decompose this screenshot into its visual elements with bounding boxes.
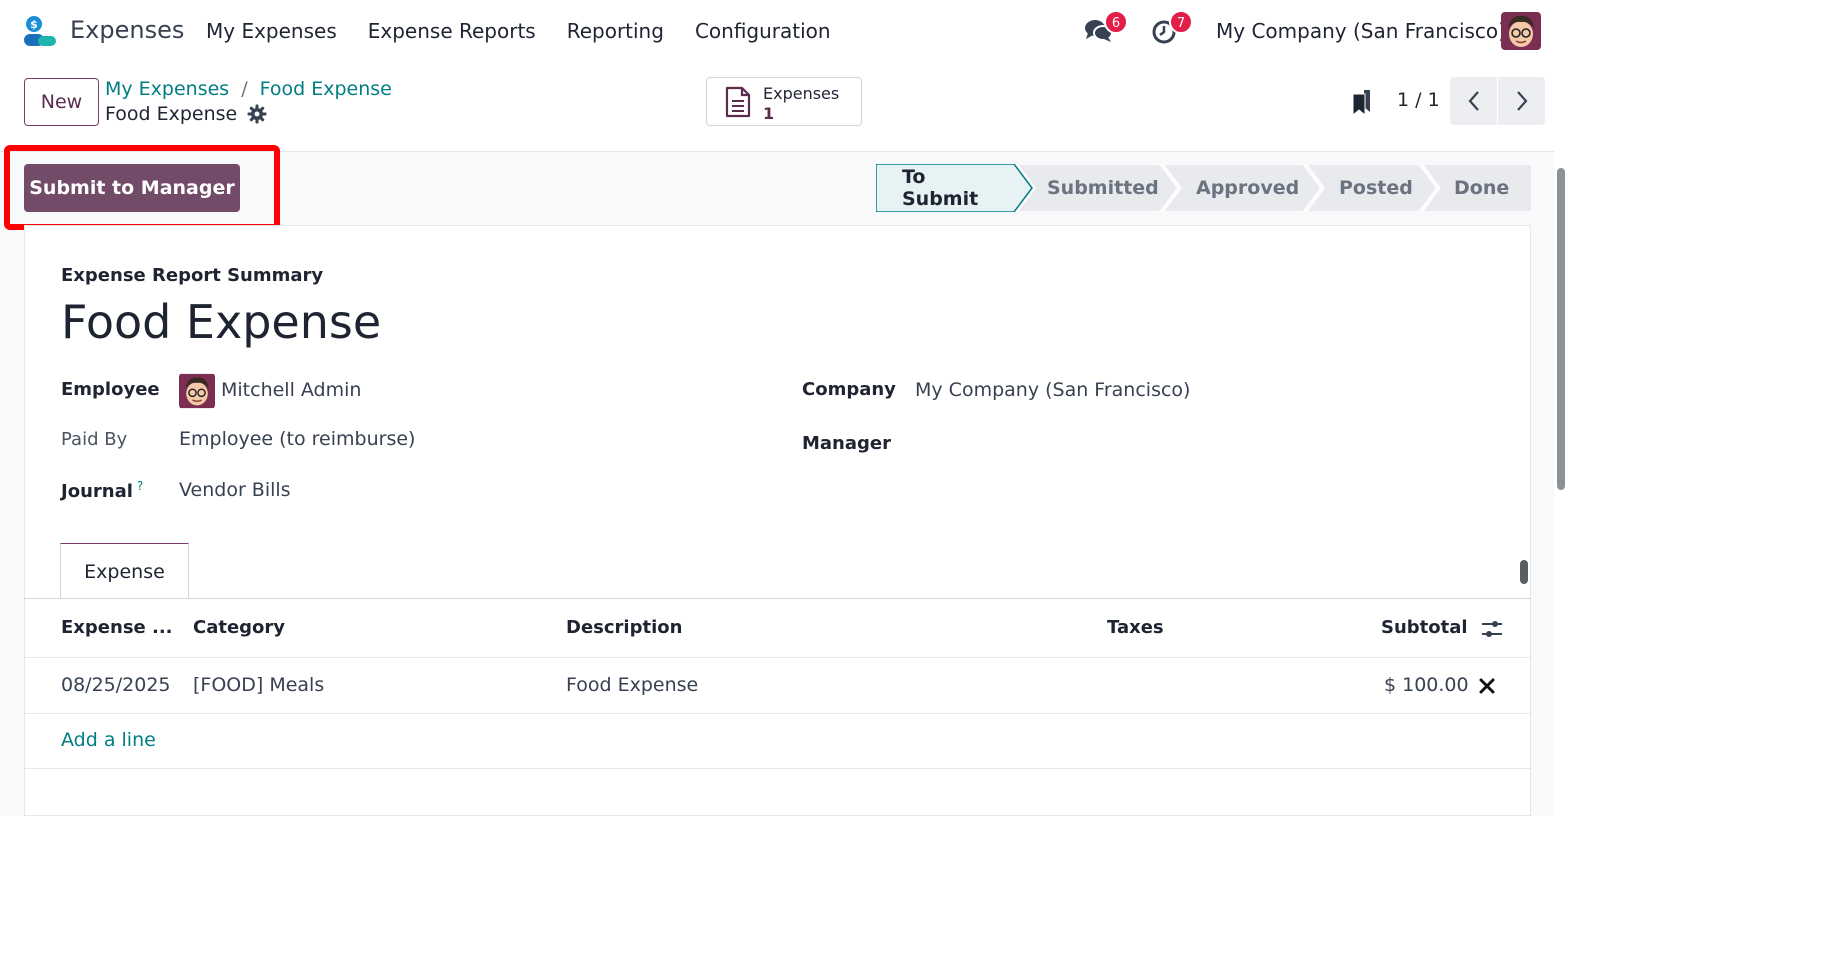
manager-label: Manager: [802, 433, 891, 454]
bookmark-icon[interactable]: [1350, 88, 1374, 116]
row-subtotal[interactable]: $ 100.00: [1384, 674, 1469, 696]
row-date[interactable]: 08/25/2025: [61, 674, 171, 696]
breadcrumb-separator: /: [241, 78, 248, 100]
employee-label: Employee: [61, 379, 160, 400]
tab-expense[interactable]: Expense: [60, 543, 189, 599]
journal-label: Journal?: [61, 479, 143, 502]
menu-reporting[interactable]: Reporting: [567, 19, 664, 43]
highlight-annotation: [4, 145, 280, 230]
row-description[interactable]: Food Expense: [566, 674, 698, 696]
top-navbar: $ Expenses My Expenses Expense Reports R…: [0, 0, 1568, 64]
delete-row-icon[interactable]: [1479, 678, 1495, 694]
paid-by-field[interactable]: Employee (to reimburse): [179, 428, 415, 450]
pager-next-button[interactable]: [1498, 77, 1545, 125]
summary-label: Expense Report Summary: [61, 265, 324, 286]
stage-to-submit[interactable]: To Submit: [902, 164, 978, 212]
messages-button[interactable]: 6: [1084, 10, 1128, 48]
new-button[interactable]: New: [24, 78, 99, 126]
row-category[interactable]: [FOOD] Meals: [193, 674, 324, 696]
company-field[interactable]: My Company (San Francisco): [915, 379, 1190, 401]
main-menu: My Expenses Expense Reports Reporting Co…: [206, 19, 831, 43]
employee-field[interactable]: Mitchell Admin: [221, 379, 361, 401]
page-scrollbar[interactable]: [1557, 168, 1565, 490]
menu-my-expenses[interactable]: My Expenses: [206, 19, 337, 43]
record-title[interactable]: Food Expense: [61, 295, 381, 349]
gear-icon[interactable]: [247, 104, 267, 124]
journal-help-icon[interactable]: ?: [137, 479, 143, 493]
stage-done[interactable]: Done: [1454, 164, 1509, 212]
company-label: Company: [802, 379, 896, 400]
chevron-left-icon: [1468, 91, 1479, 111]
smart-button-count: 1: [763, 104, 775, 123]
column-settings-icon[interactable]: [1481, 619, 1503, 639]
breadcrumb: My Expenses / Food Expense: [105, 78, 392, 100]
table-header-divider: [24, 657, 1531, 658]
current-record: Food Expense: [105, 103, 267, 125]
journal-label-text: Journal: [61, 481, 133, 502]
expenses-app-icon[interactable]: $: [22, 14, 58, 50]
activities-badge: 7: [1169, 10, 1193, 34]
app-name[interactable]: Expenses: [70, 16, 184, 44]
pager-previous-button[interactable]: [1450, 77, 1497, 125]
menu-configuration[interactable]: Configuration: [695, 19, 831, 43]
breadcrumb-my-expenses[interactable]: My Expenses: [105, 78, 229, 100]
user-avatar[interactable]: [1501, 12, 1541, 50]
row-divider: [24, 713, 1531, 714]
company-switcher[interactable]: My Company (San Francisco): [1216, 19, 1506, 43]
column-category[interactable]: Category: [193, 617, 285, 638]
stage-approved[interactable]: Approved: [1196, 164, 1299, 212]
messages-badge: 6: [1104, 10, 1128, 34]
activities-button[interactable]: 7: [1151, 10, 1193, 48]
paid-by-label: Paid By: [61, 429, 128, 450]
stage-submitted[interactable]: Submitted: [1047, 164, 1159, 212]
column-description[interactable]: Description: [566, 617, 682, 638]
current-record-name: Food Expense: [105, 103, 238, 125]
tab-divider: [24, 598, 1531, 599]
menu-expense-reports[interactable]: Expense Reports: [368, 19, 536, 43]
column-expense-date[interactable]: Expense ...: [61, 617, 173, 638]
pager-value[interactable]: 1 / 1: [1397, 89, 1440, 111]
smart-button-label: Expenses: [763, 84, 840, 103]
column-taxes[interactable]: Taxes: [1107, 617, 1164, 638]
employee-avatar: [179, 373, 215, 409]
column-subtotal[interactable]: Subtotal: [1381, 617, 1468, 638]
journal-field[interactable]: Vendor Bills: [179, 479, 291, 501]
document-icon: [725, 86, 751, 118]
expenses-smart-button[interactable]: Expenses 1: [706, 77, 862, 126]
breadcrumb-food-expense[interactable]: Food Expense: [260, 78, 392, 100]
add-line-link[interactable]: Add a line: [61, 729, 156, 751]
tab-scrollbar[interactable]: [1520, 560, 1528, 584]
table-bottom-divider: [24, 768, 1531, 769]
svg-text:$: $: [30, 18, 38, 31]
chevron-right-icon: [1516, 91, 1527, 111]
stage-posted[interactable]: Posted: [1339, 164, 1413, 212]
